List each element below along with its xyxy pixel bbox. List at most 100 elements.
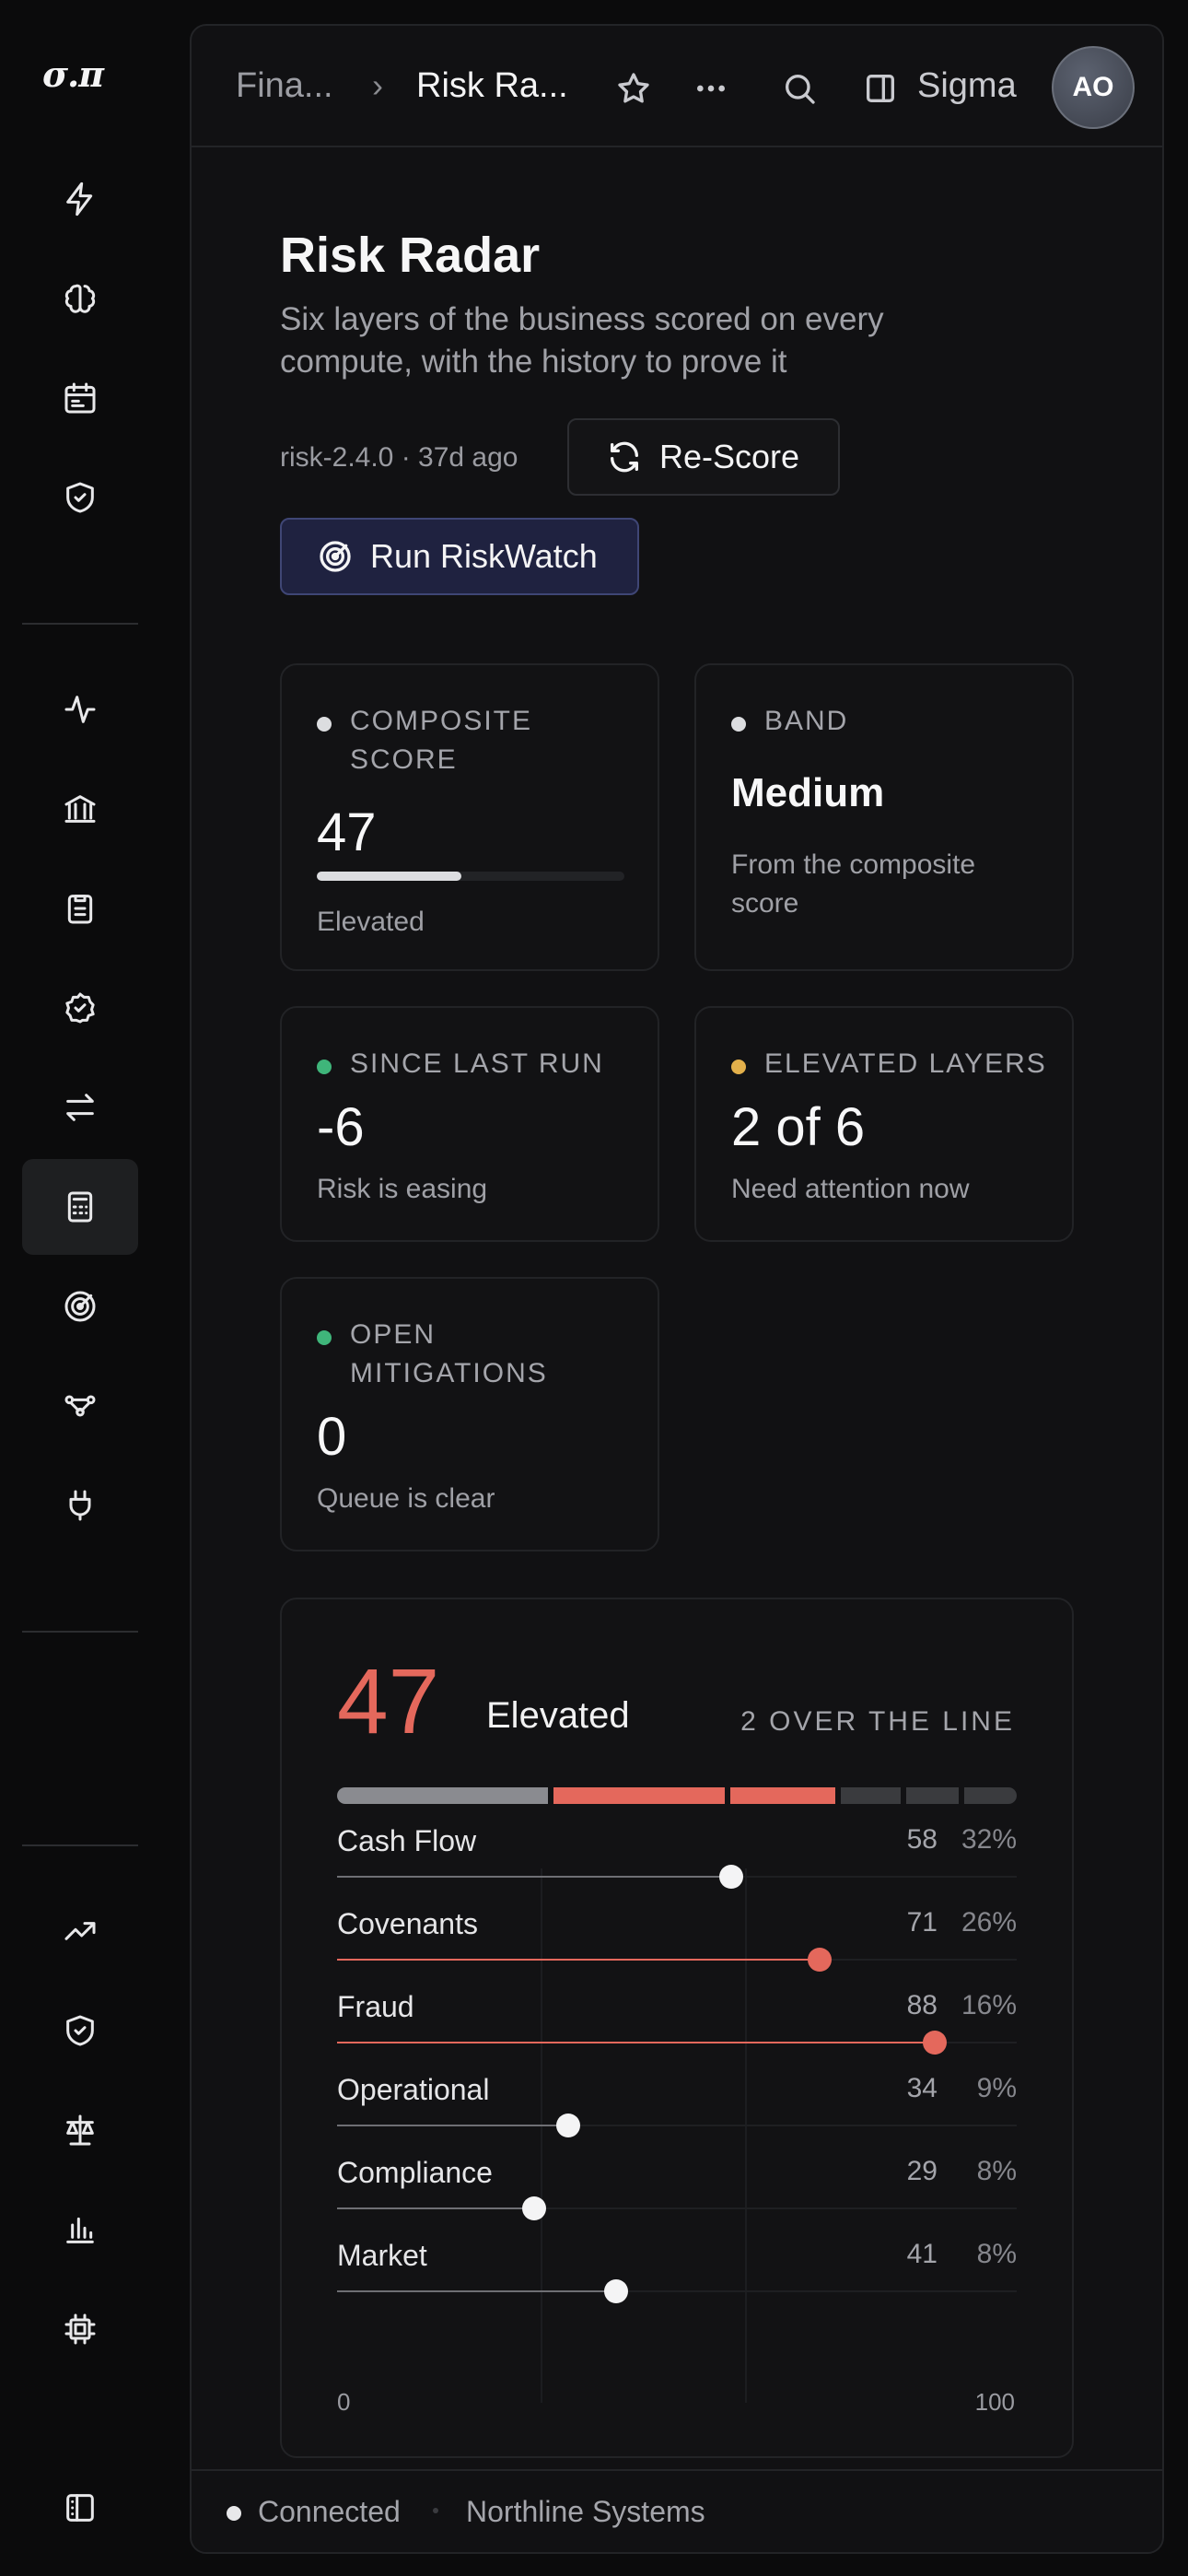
calculator-icon [67, 1191, 93, 1223]
layer-score: 41 [906, 2239, 938, 2269]
sidebar-item-insights[interactable] [22, 251, 138, 346]
layer-score-marker[interactable] [555, 2113, 580, 2137]
layer-score-marker[interactable] [603, 2279, 628, 2303]
stat-label: Band [764, 706, 849, 736]
layer-score: 88 [906, 1990, 938, 2020]
trending-up-icon [64, 1922, 96, 1940]
over-line-count: 2 OVER THE LINE [740, 1706, 1015, 1737]
stat-card-open-mitigations: Open Mitigations 0 Queue is clear [280, 1277, 659, 1551]
layer-name: Compliance [337, 2156, 493, 2189]
sidebar-item-reports[interactable] [22, 2182, 138, 2277]
sidebar-collapse-button[interactable] [22, 2460, 138, 2556]
layer-fill [337, 2042, 936, 2043]
app-logo[interactable]: σ.π [42, 53, 125, 100]
layer-score-marker[interactable] [807, 1948, 832, 1972]
rescore-button[interactable]: Re-Score [567, 418, 840, 496]
layer-score-marker[interactable] [522, 2196, 547, 2220]
axis-max-label: 100 [974, 2388, 1015, 2416]
sidebar-divider [22, 1631, 138, 1633]
layer-score-marker[interactable] [719, 1865, 744, 1889]
organization-name[interactable]: Northline Systems [466, 2495, 705, 2529]
sidebar-item-security[interactable] [22, 450, 138, 545]
sidebar-item-calculator[interactable] [22, 1159, 138, 1255]
more-horizontal-icon [697, 85, 725, 92]
pulse-icon [64, 696, 96, 723]
bar-chart-icon [66, 2217, 94, 2243]
layer-row[interactable]: Compliance 29 8% [337, 2156, 1017, 2239]
sidebar-item-checklist[interactable] [22, 861, 138, 956]
sidebar-item-pulse[interactable] [22, 662, 138, 757]
weight-segment [905, 1787, 959, 1804]
calendar-icon [64, 382, 96, 414]
shield-check-icon [66, 482, 94, 513]
layer-name: Covenants [337, 1907, 478, 1940]
page-title: Risk Radar [280, 228, 541, 283]
radar-icon [320, 541, 351, 572]
sidebar-item-integrations[interactable] [22, 1458, 138, 1553]
layer-name: Fraud [337, 1990, 414, 2023]
chevron-right-icon: › [372, 66, 383, 104]
sidebar-item-radar[interactable] [22, 1259, 138, 1354]
layer-name: Operational [337, 2073, 490, 2106]
layer-row[interactable]: Fraud 88 16% [337, 1990, 1017, 2073]
layer-row[interactable]: Cash Flow 58 32% [337, 1824, 1017, 1907]
layer-fill [337, 2207, 535, 2209]
sidebar-item-protection[interactable] [22, 1983, 138, 2078]
stat-sub: Need attention now [731, 1174, 970, 1204]
layer-weight: 26% [961, 1907, 1017, 1938]
layer-score: 71 [906, 1907, 938, 1938]
panel-toggle-button[interactable] [858, 66, 903, 111]
favorite-button[interactable] [611, 66, 656, 111]
search-button[interactable] [777, 66, 821, 111]
sidebar-item-legal[interactable] [22, 2082, 138, 2178]
stat-label: Elevated Layers [764, 1048, 1047, 1079]
shield-check-icon [66, 2015, 94, 2046]
sidebar-divider [22, 1844, 138, 1846]
layer-weight: 8% [976, 2156, 1017, 2186]
separator-dot [433, 2508, 438, 2513]
layer-weight: 9% [976, 2073, 1017, 2103]
status-dot [731, 717, 746, 732]
stat-label: Composite Score [350, 706, 533, 775]
sidebar-item-transfers[interactable] [22, 1060, 138, 1155]
layer-row[interactable]: Market 41 8% [337, 2239, 1017, 2322]
stat-card-elevated-layers: Elevated Layers 2 of 6 Need attention no… [694, 1006, 1074, 1242]
run-riskwatch-button[interactable]: Run RiskWatch [280, 518, 639, 595]
sidebar-item-activity[interactable] [22, 151, 138, 247]
layer-row[interactable]: Operational 34 9% [337, 2073, 1017, 2156]
avatar[interactable]: AO [1052, 46, 1135, 129]
sidebar-item-trends[interactable] [22, 1883, 138, 1979]
more-button[interactable] [689, 66, 733, 111]
stat-card-since-last-run: Since Last Run -6 Risk is easing [280, 1006, 659, 1242]
plug-icon [69, 1490, 91, 1521]
status-dot [317, 717, 332, 732]
layer-fill [337, 1876, 732, 1878]
lightning-icon [66, 181, 93, 217]
score-progress-fill [317, 872, 461, 881]
workspace-name[interactable]: Sigma [917, 66, 1017, 106]
connection-status: Connected [258, 2495, 401, 2528]
stat-value: 47 [317, 802, 377, 862]
sidebar-item-calendar[interactable] [22, 350, 138, 446]
status-dot [317, 1060, 332, 1074]
stat-label: Since Last Run [350, 1048, 604, 1079]
status-bar: Connected Northline Systems [192, 2469, 1162, 2552]
stat-value: 0 [317, 1407, 347, 1467]
connection-status-dot [227, 2506, 241, 2521]
layer-score-marker[interactable] [923, 2031, 948, 2055]
sidebar-item-verified[interactable] [22, 960, 138, 1056]
sidebar-item-models[interactable] [22, 2281, 138, 2377]
layer-fill [337, 2125, 568, 2126]
chip-icon [64, 2313, 96, 2345]
star-icon [618, 73, 649, 103]
layer-row[interactable]: Covenants 71 26% [337, 1907, 1017, 1990]
model-version: risk-2.4.0 · 37d ago [280, 442, 518, 473]
composite-band: Elevated [486, 1695, 630, 1736]
stat-sub: Risk is easing [317, 1174, 488, 1204]
sidebar-item-workflow[interactable] [22, 1358, 138, 1454]
sidebar-item-banking[interactable] [22, 761, 138, 857]
weight-segment [841, 1787, 901, 1804]
stat-card-composite: Composite Score 47 Elevated [280, 663, 659, 971]
breadcrumb-parent[interactable]: Fina... [236, 66, 333, 106]
sidebar-divider [22, 623, 138, 625]
